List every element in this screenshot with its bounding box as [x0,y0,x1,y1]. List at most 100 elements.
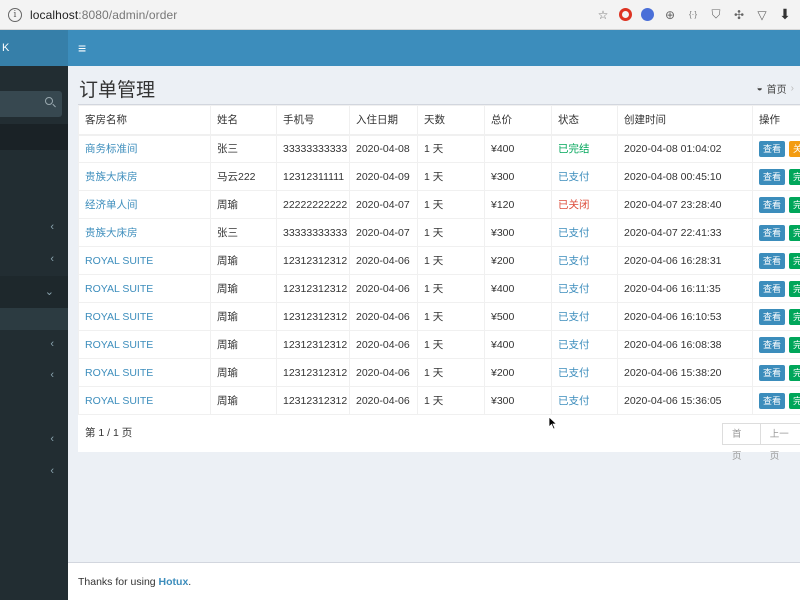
first-page-button[interactable]: 首页 [722,423,761,462]
view-button[interactable]: 查看 [759,224,786,241]
sidebar-menu-item[interactable]: ‹ [0,329,68,361]
created-time: 2020-04-06 16:10:53 [617,302,753,331]
phone-number: 12312312312 [276,246,350,275]
complete-order-button[interactable]: 完 [789,168,800,185]
checkin-date: 2020-04-08 [349,134,418,163]
room-name-link[interactable]: ROYAL SUITE [78,246,211,275]
view-button[interactable]: 查看 [759,140,786,157]
filter-extension-icon[interactable]: ▽ [755,8,769,22]
search-icon[interactable] [45,97,53,105]
room-name-link[interactable]: 贵族大床房 [78,162,211,191]
pagination: 首页 上一页 [722,423,800,462]
checkin-date: 2020-04-06 [349,274,418,303]
view-button[interactable]: 查看 [759,364,786,381]
room-name-link[interactable]: ROYAL SUITE [78,358,211,387]
column-header: 入住日期 [349,105,418,136]
total-price: ¥500 [484,302,552,331]
flame-extension-icon[interactable]: ✣ [732,8,746,22]
room-name-link[interactable]: ROYAL SUITE [78,330,211,359]
checkin-date: 2020-04-06 [349,246,418,275]
view-button[interactable]: 查看 [759,336,786,353]
sidebar-submenu-item-active[interactable] [0,308,68,330]
stay-days: 1 天 [417,330,485,359]
download-icon[interactable]: ⬇ [778,6,792,23]
guest-name: 周瑜 [210,246,277,275]
breadcrumb-home-link[interactable]: 首页 [767,81,787,96]
sidebar-menu-item[interactable]: ‹ [0,212,68,244]
actions-cell: 查看完 [752,246,800,275]
guest-name: 张三 [210,134,277,163]
blue-extension-icon[interactable] [641,8,654,21]
view-button[interactable]: 查看 [759,308,786,325]
complete-order-button[interactable]: 完 [789,252,800,269]
browser-toolbar: i localhost:8080/admin/order ☆ ⊕ {·} ⛉ ✣… [0,0,800,30]
footer: Thanks for using Hotux. [68,562,800,600]
room-name-link[interactable]: 贵族大床房 [78,218,211,247]
complete-order-button[interactable]: 完 [789,224,800,241]
complete-order-button[interactable]: 完 [789,364,800,381]
menu-toggle-icon[interactable]: ≡ [78,40,86,56]
pagination-info: 第 1 / 1 页 [85,427,133,439]
room-name-link[interactable]: ROYAL SUITE [78,302,211,331]
complete-order-button[interactable]: 完 [789,336,800,353]
sidebar-menu-item[interactable]: ‹ [0,456,68,488]
code-extension-icon[interactable]: {·} [686,10,700,19]
previous-page-button[interactable]: 上一页 [759,423,800,462]
order-table-box: 客房名称 姓名 手机号 入住日期 天数 总价 状态 创建时间 操作 商务标准间 张三 3333333… [78,104,800,462]
checkin-date: 2020-04-06 [349,386,418,415]
view-button[interactable]: 查看 [759,168,786,185]
actions-cell: 查看完 [752,358,800,387]
checkin-date: 2020-04-06 [349,358,418,387]
chevron-left-icon: ‹ [50,221,54,233]
room-name-link[interactable]: ROYAL SUITE [78,386,211,415]
order-status: 已完结 [551,134,618,163]
bookmark-star-icon[interactable]: ☆ [596,8,610,22]
translate-extension-icon[interactable]: ⊕ [663,8,677,22]
phone-number: 12312312312 [276,274,350,303]
total-price: ¥300 [484,218,552,247]
sidebar-menu-item-active[interactable]: ⌄ [0,276,68,308]
room-name-link[interactable]: 商务标准间 [78,134,211,163]
address-bar[interactable]: localhost:8080/admin/order [30,8,177,22]
guest-name: 周瑜 [210,274,277,303]
complete-order-button[interactable]: 完 [789,280,800,297]
table-row: 贵族大床房 马云222 12312311111 2020-04-09 1 天 ¥300 已支… [78,162,800,191]
guest-name: 马云222 [210,162,277,191]
page-title: 订单管理 [79,80,156,101]
opera-extension-icon[interactable] [619,8,632,21]
sidebar-logo[interactable]: K [0,30,68,66]
info-icon[interactable]: i [8,7,22,22]
created-time: 2020-04-06 15:36:05 [617,386,753,415]
view-button[interactable]: 查看 [759,252,786,269]
column-header: 创建时间 [617,105,753,136]
room-name-link[interactable]: ROYAL SUITE [78,274,211,303]
chevron-left-icon: ‹ [50,253,54,265]
close-order-button[interactable]: 关 [789,140,800,157]
chevron-left-icon: ‹ [50,338,54,350]
chevron-down-icon: ⌄ [44,286,54,298]
complete-order-button[interactable]: 完 [789,196,800,213]
sidebar-menu-item[interactable]: ‹ [0,424,68,456]
chevron-left-icon: ‹ [50,369,54,381]
total-price: ¥300 [484,386,552,415]
complete-order-button[interactable]: 完 [789,308,800,325]
table-row: 贵族大床房 张三 33333333333 2020-04-07 1 天 ¥300 已支付 20… [78,218,800,247]
created-time: 2020-04-06 16:08:38 [617,330,753,359]
room-name-link[interactable]: 经济单人间 [78,190,211,219]
table-row: ROYAL SUITE 周瑜 12312312312 2020-04-06 1 天 ¥20… [78,358,800,387]
sidebar-menu-item[interactable]: ‹ [0,244,68,276]
sidebar-menu-item[interactable]: ‹ [0,360,68,392]
complete-order-button[interactable]: 完 [789,392,800,409]
shield-extension-icon[interactable]: ⛉ [709,7,723,22]
actions-cell: 查看关 [752,134,800,163]
url-path: :8080/admin/order [78,7,178,22]
guest-name: 周瑜 [210,302,277,331]
footer-suffix: . [188,576,192,588]
view-button[interactable]: 查看 [759,392,786,409]
view-button[interactable]: 查看 [759,196,786,213]
footer-brand-link[interactable]: Hotux [159,576,189,588]
sidebar-search-input[interactable] [0,91,62,117]
view-button[interactable]: 查看 [759,280,786,297]
created-time: 2020-04-07 22:41:33 [617,218,753,247]
phone-number: 12312312312 [276,330,350,359]
